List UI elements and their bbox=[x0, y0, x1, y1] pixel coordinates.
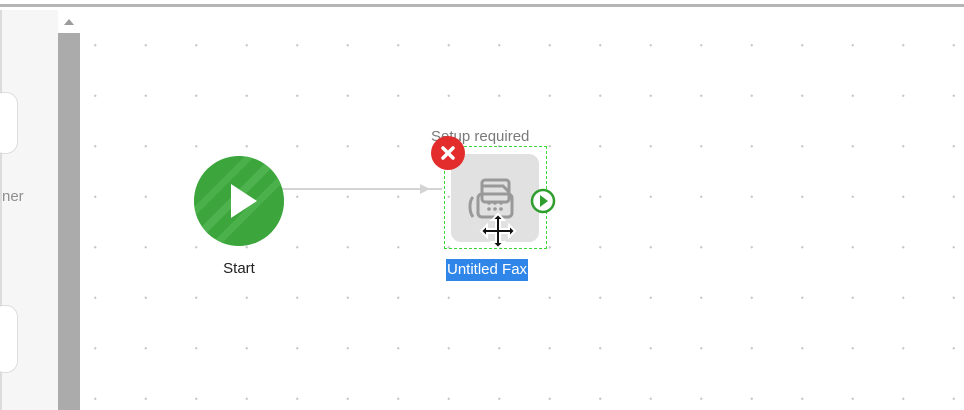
connector-arrowhead bbox=[420, 184, 430, 194]
move-cursor-icon bbox=[479, 212, 517, 250]
start-node-label: Start bbox=[223, 260, 255, 277]
sidebar-partial-label: ner bbox=[2, 188, 24, 205]
close-icon bbox=[441, 146, 455, 160]
play-icon bbox=[194, 156, 284, 246]
fax-node-label[interactable]: Untitled Fax bbox=[446, 259, 529, 281]
palette-card-bottom[interactable] bbox=[0, 305, 18, 373]
node-palette-sidebar: ner bbox=[0, 10, 58, 410]
palette-card-top[interactable] bbox=[0, 92, 18, 154]
chevron-up-icon bbox=[64, 19, 74, 25]
scroll-up-arrow[interactable] bbox=[60, 14, 78, 30]
window-top-edge bbox=[0, 0, 964, 7]
next-step-port[interactable] bbox=[528, 186, 558, 216]
play-circle-icon bbox=[530, 188, 556, 214]
start-node[interactable] bbox=[194, 156, 284, 246]
error-badge[interactable] bbox=[431, 136, 465, 170]
vertical-scrollbar[interactable] bbox=[58, 33, 80, 410]
workflow-editor: ner Start Setup required Untitled Fax bbox=[0, 0, 964, 410]
